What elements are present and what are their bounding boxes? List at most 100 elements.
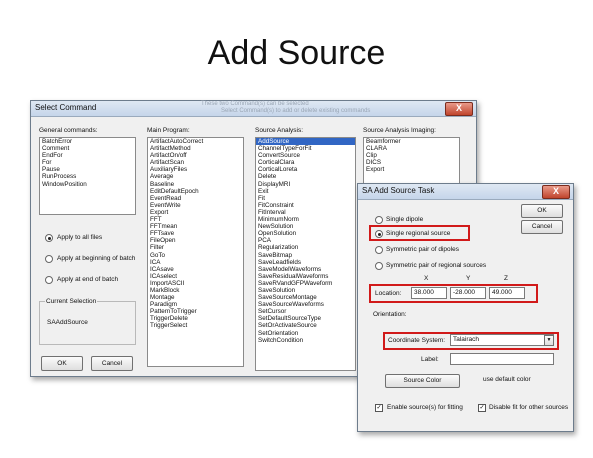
main-program-item[interactable]: ImportASCII [148,280,243,287]
main-program-item[interactable]: GoTo [148,252,243,259]
source-analysis-item[interactable]: OpenSolution [256,230,355,237]
add-source-title: SA Add Source Task [362,186,435,195]
select-command-cancel-button[interactable]: Cancel [91,356,133,371]
general-commands-list[interactable]: BatchError Comment EndFor For Pause RunProces… [39,137,136,215]
main-program-item[interactable]: ArtifactMethod [148,145,243,152]
source-imaging-item[interactable]: Export [364,166,459,173]
enable-fitting-label: Enable source(s) for fitting [387,404,463,411]
symmetric-regional-radio[interactable] [375,262,383,270]
source-imaging-item[interactable]: CLARA [364,145,459,152]
single-regional-source-radio[interactable] [375,230,383,238]
main-program-item[interactable]: ArtifactScan [148,159,243,166]
source-analysis-item[interactable]: SwitchCondition [256,337,355,344]
main-program-item[interactable]: FFT [148,216,243,223]
apply-end-radio[interactable] [45,276,53,284]
select-command-titlebar[interactable]: Select Command These two Command(s) can … [31,101,476,117]
source-color-button[interactable]: Source Color [385,374,460,388]
source-imaging-item[interactable]: DICS [364,159,459,166]
source-analysis-item[interactable]: SaveSourceMontage [256,294,355,301]
source-analysis-item[interactable]: SetCursor [256,308,355,315]
source-analysis-item[interactable]: SaveSourceWaveforms [256,301,355,308]
main-program-item[interactable]: ICAselect [148,273,243,280]
main-program-item[interactable]: Filter [148,244,243,251]
location-z-field[interactable]: 49.000 [489,287,525,299]
general-command-item[interactable]: Pause [40,166,135,173]
source-analysis-item[interactable]: ChannelTypeForFit [256,145,355,152]
source-analysis-item[interactable]: SaveModelWaveforms [256,266,355,273]
source-analysis-item[interactable]: AddSource [256,138,355,146]
main-program-item[interactable]: AuxiliaryFiles [148,166,243,173]
add-source-ok-button[interactable]: OK [521,204,563,218]
main-program-item[interactable]: ICAsave [148,266,243,273]
main-program-item[interactable]: ArtifactOn/off [148,152,243,159]
source-analysis-item[interactable]: SaveSolution [256,287,355,294]
select-command-ok-button[interactable]: OK [41,356,83,371]
source-analysis-item[interactable]: FitInterval [256,209,355,216]
source-analysis-item[interactable]: SaveBitmap [256,252,355,259]
source-analysis-item[interactable]: NewSolution [256,223,355,230]
select-command-close-button[interactable]: X [445,102,473,116]
chevron-down-icon[interactable]: ▼ [544,335,554,346]
main-program-item[interactable]: EventWrite [148,202,243,209]
main-program-item[interactable]: FFTmean [148,223,243,230]
main-program-item[interactable]: FFTsave [148,230,243,237]
apply-all-radio[interactable] [45,234,53,242]
general-command-item[interactable]: EndFor [40,152,135,159]
add-source-cancel-button[interactable]: Cancel [521,220,563,234]
general-command-item[interactable]: BatchError [40,138,135,145]
symmetric-dipoles-radio[interactable] [375,246,383,254]
source-analysis-item[interactable]: Regularization [256,244,355,251]
general-command-item[interactable]: RunProcess [40,173,135,180]
add-source-close-button[interactable]: X [542,185,570,199]
label-input[interactable] [450,353,554,365]
main-program-item[interactable]: ArtifactAutoCorrect [148,138,243,145]
source-analysis-item[interactable]: Delete [256,173,355,180]
main-program-list[interactable]: ArtifactAutoCorrect ArtifactMethod Artifac… [147,137,244,367]
source-analysis-item[interactable]: Exit [256,188,355,195]
enable-fitting-checkbox[interactable]: ✓ [375,404,383,412]
location-y-field[interactable]: -28.000 [450,287,486,299]
source-analysis-item[interactable]: CorticalClara [256,159,355,166]
source-imaging-item[interactable]: Clip [364,152,459,159]
coordinate-system-select[interactable]: Talairach [450,334,554,346]
main-program-item[interactable]: TriggerDelete [148,315,243,322]
source-analysis-item[interactable]: SetOrientation [256,330,355,337]
single-dipole-label: Single dipole [386,216,424,223]
source-analysis-item[interactable]: Fit [256,195,355,202]
source-analysis-item[interactable]: SaveResidualWaveforms [256,273,355,280]
source-analysis-item[interactable]: MinimumNorm [256,216,355,223]
source-analysis-item[interactable]: FitConstraint [256,202,355,209]
apply-end-label: Apply at end of batch [57,276,119,283]
general-command-item[interactable]: For [40,159,135,166]
main-program-item[interactable]: Paradigm [148,301,243,308]
main-program-item[interactable]: TriggerSelect [148,322,243,329]
apply-beginning-radio[interactable] [45,255,53,263]
source-analysis-item[interactable]: SetOrActivateSource [256,322,355,329]
source-imaging-item[interactable]: Beamformer [364,138,459,145]
source-analysis-item[interactable]: CorticalLoreta [256,166,355,173]
source-analysis-item[interactable]: PCA [256,237,355,244]
disable-fit-checkbox[interactable]: ✓ [478,404,486,412]
single-dipole-radio[interactable] [375,216,383,224]
add-source-titlebar[interactable]: SA Add Source Task X [358,184,573,200]
main-program-item[interactable]: Average [148,173,243,180]
main-program-item[interactable]: ICA [148,259,243,266]
main-program-item[interactable]: Montage [148,294,243,301]
location-x-field[interactable]: 38.000 [411,287,447,299]
source-imaging-list[interactable]: Beamformer CLARA Clip DICS Export [363,137,460,185]
main-program-item[interactable]: EditDefaultEpoch [148,188,243,195]
general-command-item[interactable]: WindowPosition [40,181,135,188]
source-analysis-item[interactable]: SaveLeadfields [256,259,355,266]
source-analysis-item[interactable]: ConvertSource [256,152,355,159]
main-program-item[interactable]: EventRead [148,195,243,202]
general-command-item[interactable]: Comment [40,145,135,152]
main-program-item[interactable]: MarkBlock [148,287,243,294]
main-program-item[interactable]: Baseline [148,181,243,188]
main-program-item[interactable]: FileOpen [148,237,243,244]
source-analysis-item[interactable]: DisplayMRI [256,181,355,188]
source-analysis-item[interactable]: SetDefaultSourceType [256,315,355,322]
main-program-item[interactable]: Export [148,209,243,216]
source-analysis-list[interactable]: AddSource ChannelTypeForFit ConvertSource C… [255,137,356,371]
source-analysis-item[interactable]: SaveRVandGFPWaveform [256,280,355,287]
main-program-item[interactable]: PatternToTrigger [148,308,243,315]
